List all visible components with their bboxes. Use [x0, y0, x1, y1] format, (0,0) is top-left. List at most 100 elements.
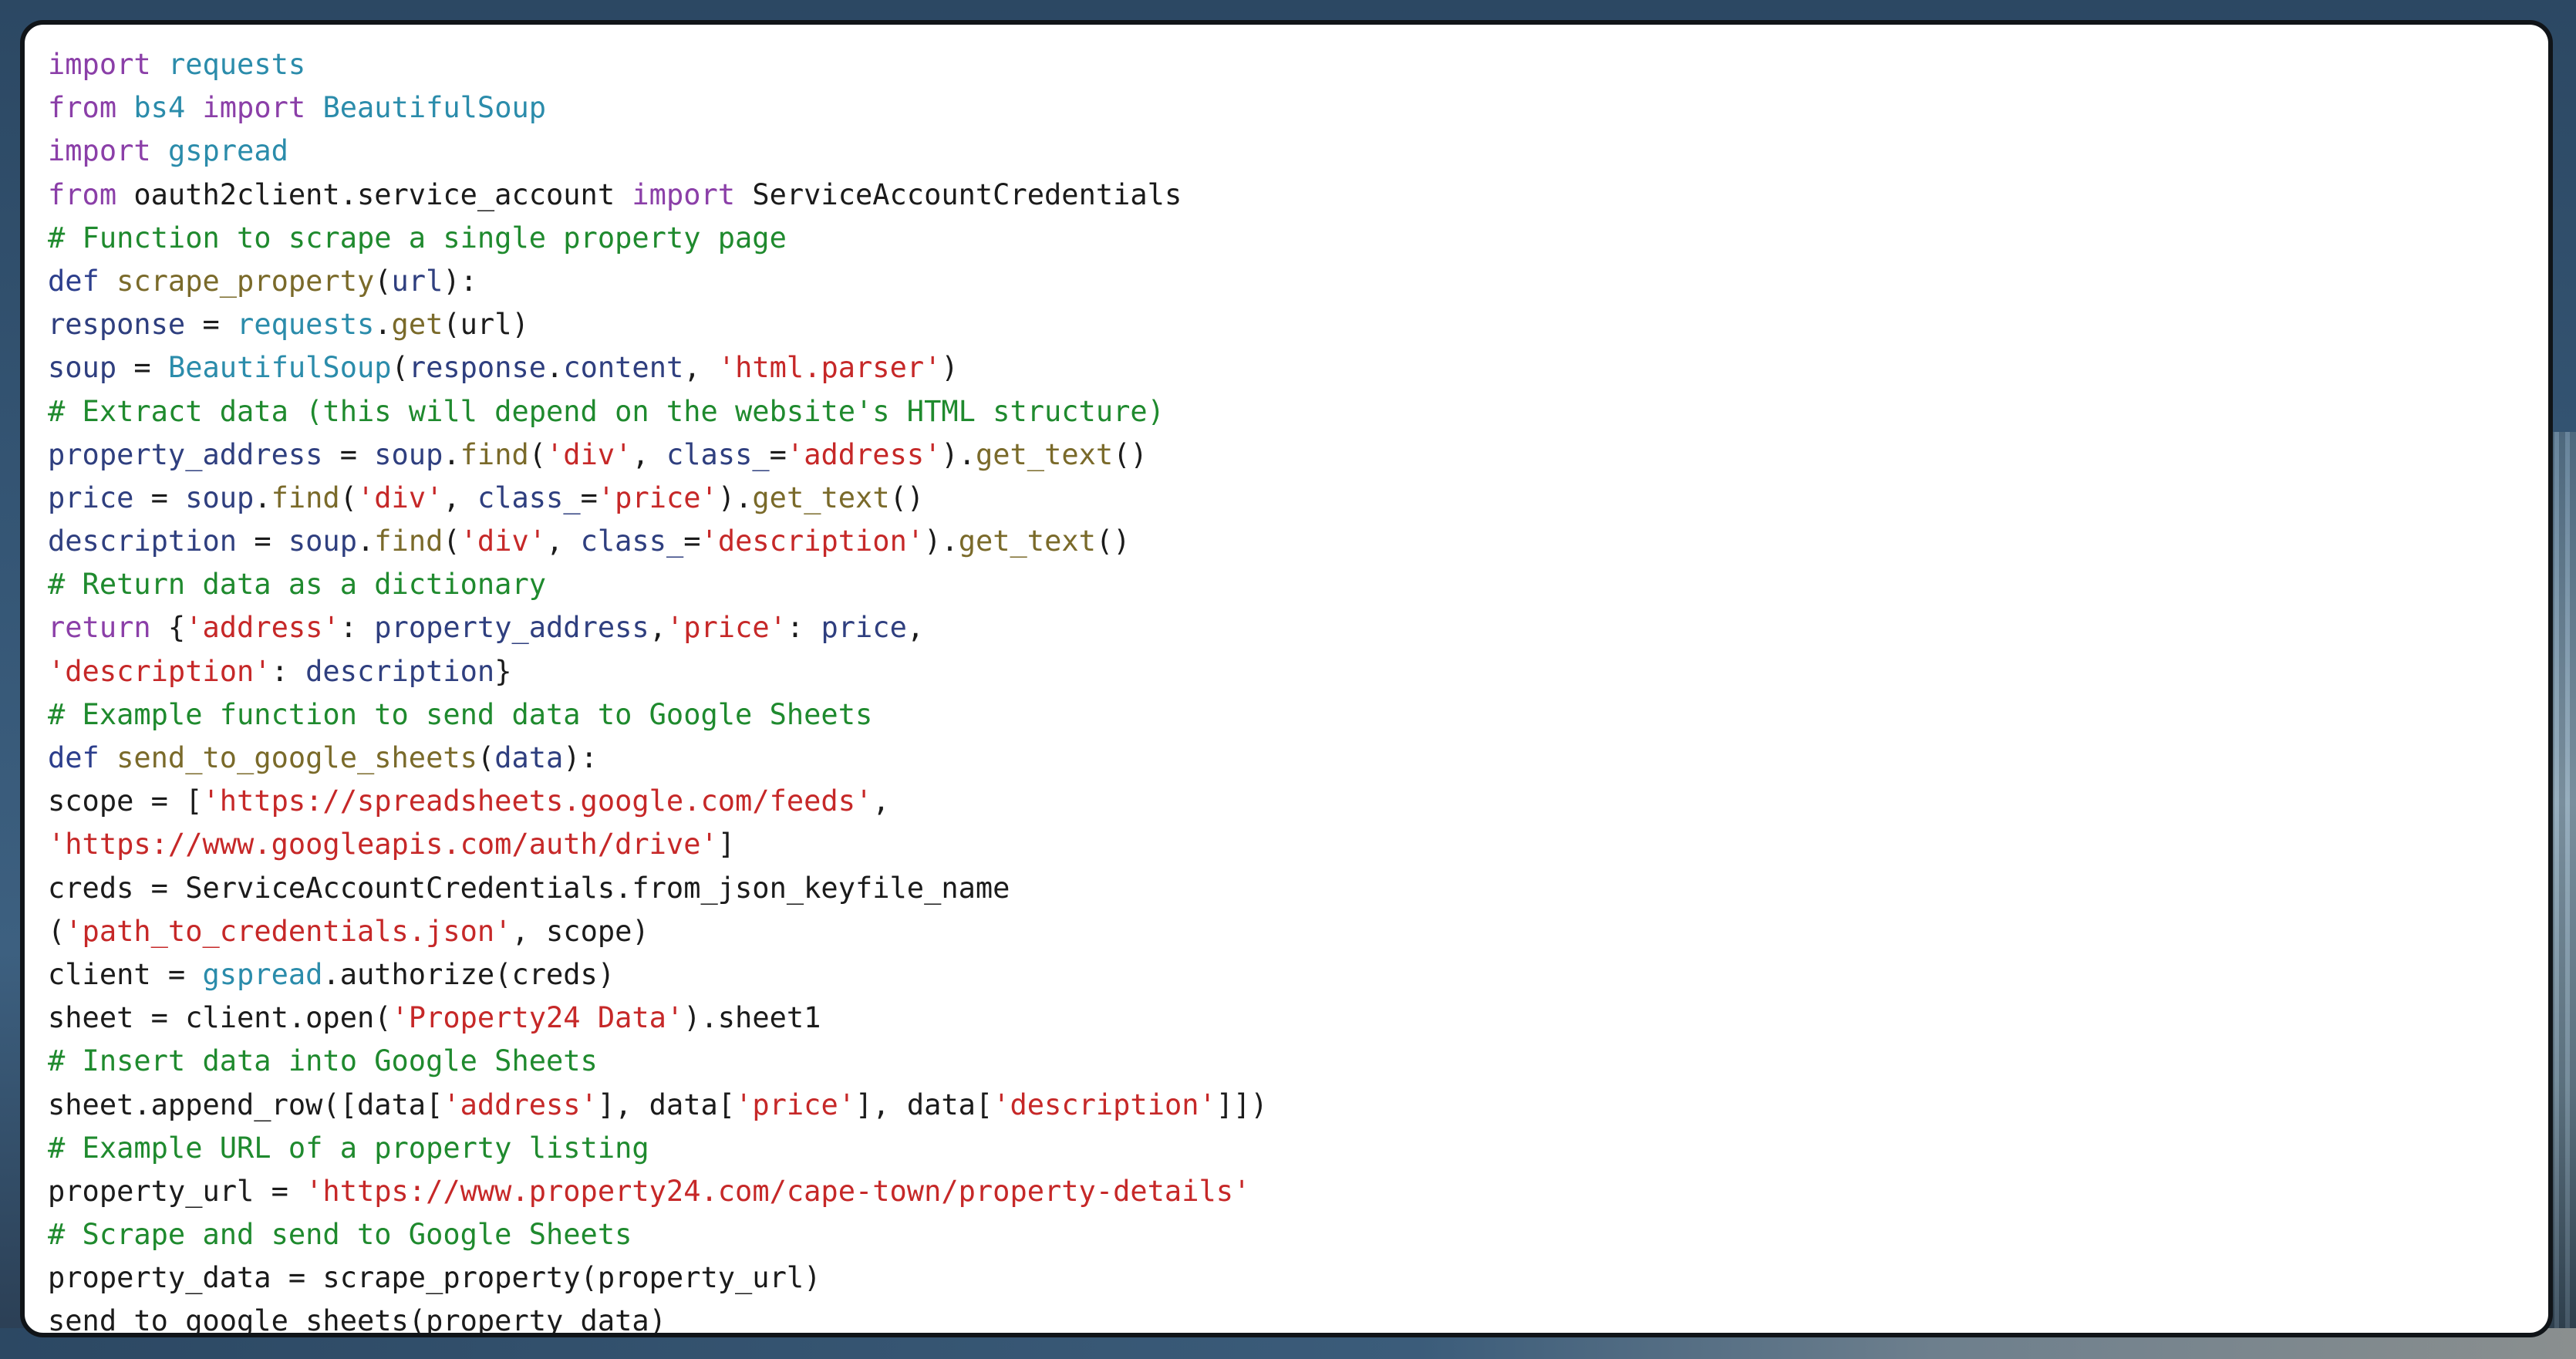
code-token: .: [443, 437, 460, 471]
code-token: 'https://spreadsheets.google.com/feeds': [202, 784, 873, 818]
code-token: client =: [48, 957, 203, 991]
code-token: 'div': [460, 524, 547, 558]
code-line: from oauth2client.service_account import…: [48, 174, 1268, 217]
code-line: # Function to scrape a single property p…: [48, 217, 1268, 260]
code-token: ):: [563, 741, 598, 774]
code-line: scope = ['https://spreadsheets.google.co…: [48, 780, 1268, 823]
code-token: (): [889, 481, 925, 514]
code-line: sheet = client.open('Property24 Data').s…: [48, 996, 1268, 1040]
code-token: (: [374, 264, 392, 298]
code-token: .: [356, 524, 375, 558]
code-token: property_url =: [48, 1174, 306, 1208]
code-token: property_address: [48, 437, 323, 471]
code-token: ).: [941, 437, 976, 471]
code-token: .: [374, 308, 392, 342]
code-token: price: [48, 481, 134, 514]
code-token: sheet.append_row([data[: [48, 1088, 443, 1121]
code-token: =: [322, 437, 375, 471]
code-token: response: [408, 351, 547, 385]
code-token: 'div': [357, 481, 443, 514]
code-line: def scrape_property(url):: [48, 260, 1268, 303]
code-token: get: [391, 308, 443, 342]
code-token: gspread: [202, 957, 323, 991]
code-token: property_address: [374, 611, 649, 645]
code-token: ,: [546, 524, 581, 558]
code-line: sheet.append_row([data['address'], data[…: [48, 1084, 1268, 1127]
code-line: # Insert data into Google Sheets: [48, 1040, 1268, 1083]
code-token: find: [374, 524, 443, 558]
code-token: 'https://www.googleapis.com/auth/drive': [48, 828, 718, 862]
code-token: import: [632, 177, 736, 211]
code-line: from bs4 import BeautifulSoup: [48, 86, 1268, 130]
code-token: # Scrape and send to Google Sheets: [48, 1218, 632, 1252]
code-token: 'div': [546, 437, 632, 471]
code-line: description = soup.find('div', class_='d…: [48, 520, 1268, 563]
code-token: (: [477, 741, 495, 774]
code-token: =: [580, 481, 598, 514]
code-token: ,: [683, 351, 718, 385]
code-token: url: [391, 264, 443, 298]
code-token: :: [786, 611, 821, 645]
code-token: =: [237, 524, 288, 558]
code-token: ], data[: [597, 1088, 736, 1121]
code-token: scope = [: [48, 784, 203, 818]
code-token: requests: [237, 308, 375, 342]
code-token: 'price': [735, 1088, 855, 1121]
code-token: 'address': [786, 437, 942, 471]
code-token: class_: [580, 524, 684, 558]
code-token: 'price': [666, 611, 787, 645]
code-token: soup: [374, 437, 443, 471]
code-token: 'description': [700, 524, 925, 558]
code-line: # Scrape and send to Google Sheets: [48, 1213, 1268, 1256]
code-token: .: [546, 351, 564, 385]
code-token: gspread: [167, 134, 288, 168]
code-token: :: [339, 611, 375, 645]
code-token: 'path_to_credentials.json': [65, 914, 512, 948]
code-token: =: [133, 481, 186, 514]
code-line: property_data = scrape_property(property…: [48, 1256, 1268, 1300]
code-line: # Return data as a dictionary: [48, 563, 1268, 606]
code-line: import gspread: [48, 130, 1268, 173]
code-token: BeautifulSoup: [167, 351, 392, 385]
code-token: , scope): [511, 914, 649, 948]
code-line: response = requests.get(url): [48, 303, 1268, 346]
code-token: ,: [632, 437, 666, 471]
code-token: =: [116, 351, 168, 385]
code-token: get_text: [958, 524, 1096, 558]
code-token: BeautifulSoup: [322, 91, 547, 125]
code-token: import: [48, 134, 151, 168]
code-window: import requests from bs4 import Beautiful…: [20, 20, 2553, 1337]
code-token: content: [563, 351, 684, 385]
code-token: # Return data as a dictionary: [48, 568, 547, 602]
code-line: # Example function to send data to Googl…: [48, 693, 1268, 737]
code-token: get_text: [975, 437, 1114, 471]
code-token: sheet = client.open(: [48, 1001, 392, 1035]
code-token: # Example function to send data to Googl…: [48, 697, 873, 731]
code-token: ).: [924, 524, 959, 558]
code-token: (: [528, 437, 547, 471]
code-token: (: [391, 351, 409, 385]
code-token: ): [941, 351, 959, 385]
code-line: import requests: [48, 43, 1268, 86]
code-token: oauth2client.service_account: [116, 177, 632, 211]
code-token: {: [150, 611, 186, 645]
code-line: property_address = soup.find('div', clas…: [48, 433, 1268, 477]
code-token: 'html.parser': [717, 351, 942, 385]
code-token: ServiceAccountCredentials: [735, 177, 1182, 211]
code-token: get_text: [752, 481, 890, 514]
code-token: description: [48, 524, 238, 558]
code-token: =: [185, 308, 238, 342]
code-token: ,: [649, 611, 666, 645]
code-token: ,: [872, 784, 890, 818]
code-line: # Example URL of a property listing: [48, 1127, 1268, 1170]
code-token: send_to_google_sheets: [116, 741, 477, 774]
code-token: requests: [167, 48, 306, 81]
code-token: ]: [717, 828, 736, 862]
code-token: =: [683, 524, 701, 558]
code-token: ], data[: [855, 1088, 993, 1121]
